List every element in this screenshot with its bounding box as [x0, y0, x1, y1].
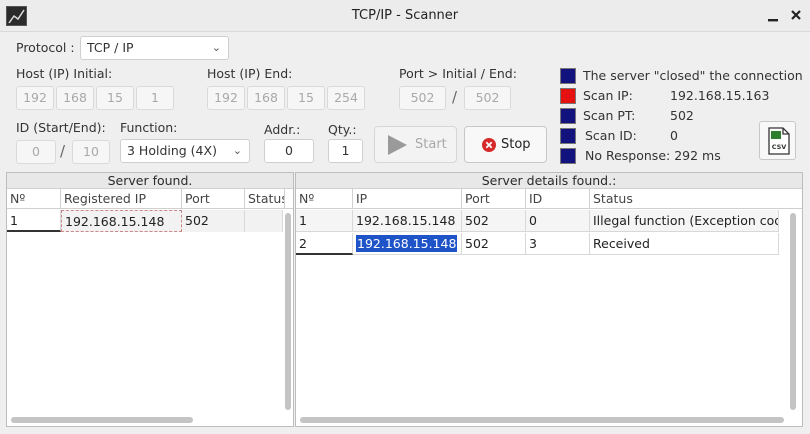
csv-file-icon: CSV [768, 127, 790, 155]
host-initial-octet-4[interactable]: 1 [136, 86, 174, 110]
column-header[interactable]: Status [245, 189, 285, 209]
host-initial-label: Host (IP) Initial: [16, 66, 113, 81]
csv-export-button[interactable]: CSV [759, 121, 796, 160]
scan-id-led [560, 128, 576, 144]
server-details-panel: Server details found.: Nº IP Port ID Sta… [295, 172, 803, 427]
play-icon [385, 134, 409, 159]
horizontal-scrollbar[interactable] [11, 417, 193, 423]
row-number: 1 [296, 210, 353, 232]
chevron-down-icon: ⌄ [211, 41, 221, 54]
port-label: Port > Initial / End: [399, 66, 517, 81]
id-range-label: ID (Start/End): [16, 120, 106, 135]
stop-button[interactable]: Stop [464, 126, 547, 163]
status-cell: Illegal function (Exception code 0 [590, 210, 779, 232]
chevron-down-icon: ⌄ [232, 144, 242, 157]
minimize-icon[interactable] [765, 9, 781, 26]
horizontal-scrollbar[interactable] [300, 417, 784, 423]
scan-id-label: Scan ID: [585, 128, 637, 143]
id-cell: 3 [526, 233, 590, 255]
servers-found-title: Server found. [7, 173, 293, 189]
column-header[interactable]: Port [462, 189, 526, 209]
close-icon[interactable] [788, 9, 804, 26]
port-cell: 502 [462, 233, 526, 255]
stop-icon [482, 138, 496, 155]
id-separator: / [60, 142, 66, 160]
host-end-octet-2[interactable]: 168 [247, 86, 285, 110]
column-header[interactable]: Nº [7, 189, 61, 209]
host-end-octet-3[interactable]: 15 [287, 86, 325, 110]
host-end-octet-4[interactable]: 254 [327, 86, 365, 110]
host-end-octet-1[interactable]: 192 [207, 86, 245, 110]
scan-ip-label: Scan IP: [583, 88, 633, 103]
port-separator: / [452, 88, 458, 106]
no-response-text: No Response: 292 ms [585, 148, 721, 163]
ip-cell: 192.168.15.148 [353, 210, 462, 232]
table-row[interactable]: 1 192.168.15.148 502 [7, 210, 283, 232]
id-end-field[interactable]: 10 [72, 140, 110, 164]
column-header[interactable]: Registered IP [61, 189, 182, 209]
row-number: 1 [7, 210, 61, 232]
registered-ip-cell: 192.168.15.148 [61, 210, 182, 232]
column-header[interactable]: Port [182, 189, 245, 209]
protocol-select[interactable]: TCP / IP ⌄ [80, 36, 229, 60]
column-header[interactable]: Status [590, 189, 778, 209]
port-initial-field[interactable]: 502 [399, 86, 446, 110]
selected-ip-text: 192.168.15.148 [356, 235, 458, 252]
closed-connection-led [560, 68, 576, 84]
row-number: 2 [296, 233, 353, 255]
no-response-led [560, 148, 576, 164]
scan-pt-value: 502 [670, 108, 694, 123]
id-start-field[interactable]: 0 [16, 140, 56, 164]
column-header[interactable]: ID [526, 189, 590, 209]
csv-icon-label: CSV [772, 143, 787, 151]
vertical-scrollbar[interactable] [790, 213, 796, 410]
closed-connection-text: The server "closed" the connection [583, 68, 803, 83]
addr-label: Addr.: [264, 122, 301, 137]
column-header[interactable]: Nº [296, 189, 353, 209]
server-details-header: Nº IP Port ID Status [296, 189, 802, 209]
servers-found-header: Nº Registered IP Port Status [7, 189, 293, 209]
qty-label: Qty.: [328, 122, 357, 137]
port-cell: 502 [462, 210, 526, 232]
scan-id-value: 0 [670, 128, 678, 143]
function-value: 3 Holding (4X) [127, 143, 217, 158]
id-cell: 0 [526, 210, 590, 232]
scan-ip-value: 192.168.15.163 [670, 88, 770, 103]
status-cell [245, 210, 283, 232]
protocol-label: Protocol : [16, 40, 75, 55]
servers-found-panel: Server found. Nº Registered IP Port Stat… [6, 172, 294, 427]
table-row[interactable]: 2 192.168.15.148 502 3 Received [296, 233, 779, 255]
port-cell: 502 [182, 210, 245, 232]
stop-label: Stop [501, 137, 531, 152]
port-end-field[interactable]: 502 [464, 86, 511, 110]
protocol-value: TCP / IP [87, 40, 134, 55]
status-cell: Received [590, 233, 779, 255]
qty-field[interactable]: 1 [328, 139, 363, 163]
host-end-label: Host (IP) End: [207, 66, 293, 81]
function-select[interactable]: 3 Holding (4X) ⌄ [120, 139, 250, 163]
column-header[interactable]: IP [353, 189, 462, 209]
server-details-title: Server details found.: [296, 173, 802, 189]
ip-cell: 192.168.15.148 [353, 233, 462, 255]
table-row[interactable]: 1 192.168.15.148 502 0 Illegal function … [296, 210, 779, 232]
scan-pt-led [560, 108, 576, 124]
scan-ip-led [560, 88, 576, 104]
addr-field[interactable]: 0 [264, 139, 314, 163]
scan-pt-label: Scan PT: [583, 108, 636, 123]
function-label: Function: [120, 120, 178, 135]
host-initial-octet-1[interactable]: 192 [16, 86, 54, 110]
vertical-scrollbar[interactable] [285, 213, 291, 410]
host-initial-octet-3[interactable]: 15 [96, 86, 134, 110]
start-label: Start [415, 137, 447, 152]
host-initial-octet-2[interactable]: 168 [56, 86, 94, 110]
start-button[interactable]: Start [374, 126, 457, 163]
window-title: TCP/IP - Scanner [351, 8, 459, 23]
